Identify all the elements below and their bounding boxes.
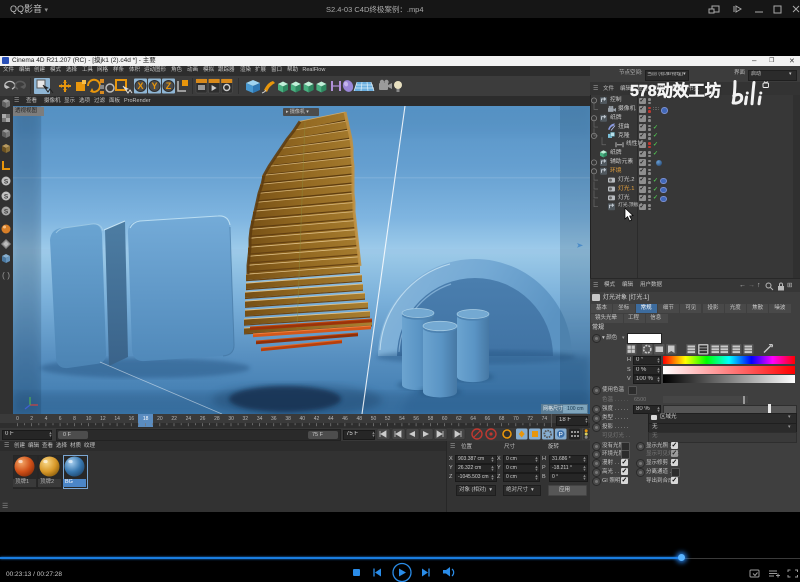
svg-text:S: S	[4, 179, 9, 186]
svg-text:X: X	[137, 81, 143, 91]
svg-text:S: S	[4, 194, 9, 201]
svg-text:S: S	[4, 209, 9, 216]
svg-text:Y: Y	[151, 81, 157, 91]
svg-text:Z: Z	[166, 81, 172, 91]
svg-text:(): ()	[1, 272, 11, 281]
svg-text:P: P	[559, 431, 563, 438]
